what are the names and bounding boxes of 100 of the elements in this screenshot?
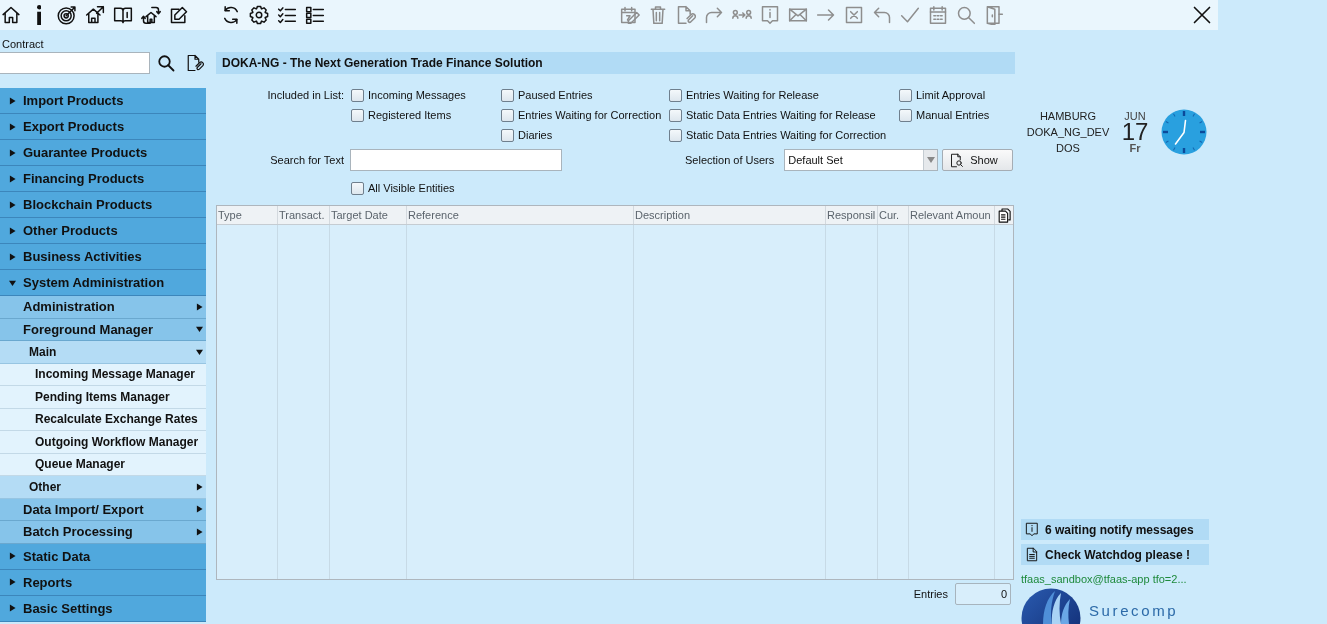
included-label: Included in List: (267, 88, 345, 103)
menu-item[interactable]: Main (0, 341, 206, 364)
menu-item[interactable]: Other Products (0, 218, 206, 244)
menu-item[interactable]: Import Products (0, 88, 206, 114)
column-header[interactable]: Type (217, 206, 278, 224)
checkbox-label: Paused Entries (518, 89, 593, 101)
checkbox[interactable] (351, 108, 364, 122)
checkbox[interactable] (501, 88, 514, 102)
menu-item[interactable]: Blockchain Products (0, 192, 206, 218)
list-icon (305, 5, 325, 25)
checkbox[interactable] (899, 108, 912, 122)
checkbox[interactable] (351, 181, 364, 195)
home-button[interactable] (0, 4, 22, 26)
checkbox[interactable] (501, 108, 514, 122)
users-dropdown[interactable]: Default Set (784, 149, 939, 171)
title-bar: DOKA-NG - The Next Generation Trade Finance Solution (216, 52, 1015, 74)
column-header[interactable]: Relevant Amoun (909, 206, 995, 224)
document-icon (1025, 547, 1039, 562)
logo-icon (1021, 588, 1081, 624)
menu-item[interactable]: Queue Manager (0, 453, 206, 476)
checkbox-label: Manual Entries (916, 109, 990, 121)
column-header[interactable]: Reference (407, 206, 634, 224)
checkbox-label: All Visible Entities (368, 182, 455, 194)
contract-field[interactable] (0, 52, 150, 74)
entries-label: Entries (913, 588, 948, 600)
day-text: 17 (1121, 121, 1149, 142)
exchange-button[interactable] (140, 4, 162, 26)
checklist-icon (277, 5, 297, 25)
column-header[interactable]: Transact. (278, 206, 330, 224)
menu-item[interactable]: Export Products (0, 114, 206, 140)
forward-arrow-icon (704, 5, 724, 25)
notification-button[interactable]: Check Watchdog please ! (1021, 544, 1209, 565)
location-text: DOKA_NG_DEV (1026, 125, 1110, 140)
menu-item[interactable]: Reports (0, 569, 206, 596)
menu-item[interactable]: Administration (0, 296, 206, 319)
envelope-icon (788, 5, 808, 25)
checklist-button[interactable] (276, 4, 298, 26)
menu-item[interactable]: Guarantee Products (0, 140, 206, 166)
clock-icon (1161, 109, 1207, 155)
house-arrow-icon (85, 5, 105, 25)
menu-item[interactable]: System Administration (0, 270, 206, 296)
column-header[interactable]: Responsil (826, 206, 878, 224)
column-header[interactable]: Description (634, 206, 826, 224)
menu-item[interactable]: Pending Items Manager (0, 386, 206, 409)
menu-item[interactable]: Financing Products (0, 166, 206, 192)
checkbox[interactable] (669, 88, 682, 102)
calendar-pencil-icon (620, 5, 640, 25)
menu-item[interactable]: Business Activities (0, 244, 206, 270)
checkbox-label: Static Data Entries Waiting for Correction (686, 129, 887, 141)
document-clip-icon (676, 5, 696, 25)
users-label: Selection of Users (685, 154, 775, 166)
check-icon (900, 5, 920, 25)
search-field[interactable] (350, 149, 562, 171)
close-button[interactable] (1191, 4, 1213, 26)
settings-button[interactable] (248, 4, 270, 26)
menu-item[interactable]: Outgoing Workflow Manager (0, 431, 206, 454)
edit-button[interactable] (168, 4, 190, 26)
export-button[interactable] (84, 4, 106, 26)
house-icon (1, 5, 21, 25)
checkbox[interactable] (501, 128, 514, 142)
checkbox[interactable] (899, 88, 912, 102)
search-icon (157, 54, 175, 72)
door-icon (984, 5, 1004, 25)
document-clip-icon (186, 54, 204, 72)
checkbox[interactable] (351, 88, 364, 102)
target-button[interactable] (56, 4, 78, 26)
checkbox-label: Incoming Messages (368, 89, 466, 101)
weekday-text: Fr (1129, 141, 1141, 154)
column-header[interactable]: Target Date (330, 206, 407, 224)
target-icon (57, 5, 77, 25)
refresh-icon (221, 5, 241, 25)
copy-icon[interactable] (997, 207, 1011, 223)
month-text: JUN (1124, 110, 1146, 122)
menu-item[interactable]: Static Data (0, 543, 206, 570)
logo-text: Surecomp (1089, 602, 1179, 620)
menu-item[interactable]: Incoming Message Manager (0, 363, 206, 386)
menu-item[interactable]: Basic Settings (0, 595, 206, 622)
column-header[interactable]: Cur. (878, 206, 909, 224)
menu-item[interactable]: Other (0, 476, 206, 499)
menu-item[interactable]: Batch Processing (0, 521, 206, 544)
search-icon (956, 5, 976, 25)
checkbox[interactable] (669, 128, 682, 142)
notification-button[interactable]: 6 waiting notify messages (1021, 519, 1209, 540)
edit-icon (169, 5, 189, 25)
checkbox-label: Limit Approval (916, 89, 986, 101)
checkbox-label: Diaries (518, 129, 553, 141)
menu-item[interactable]: Foreground Manager (0, 318, 206, 341)
show-button[interactable]: Show (942, 149, 1014, 171)
close-icon (1192, 5, 1212, 25)
attach-button[interactable] (185, 53, 205, 73)
list-button[interactable] (304, 4, 326, 26)
checkbox-label: Registered Items (368, 109, 452, 121)
menu-item[interactable]: Recalculate Exchange Rates (0, 408, 206, 431)
book-icon (113, 5, 133, 25)
checkbox[interactable] (669, 108, 682, 122)
menu-item[interactable]: Data Import/ Export (0, 498, 206, 521)
calendar-icon (928, 5, 948, 25)
search-button[interactable] (156, 53, 176, 73)
caret-down-icon (926, 157, 935, 163)
connection-text: tfaas_sandbox@tfaas-app tfo=2... (1021, 573, 1187, 586)
